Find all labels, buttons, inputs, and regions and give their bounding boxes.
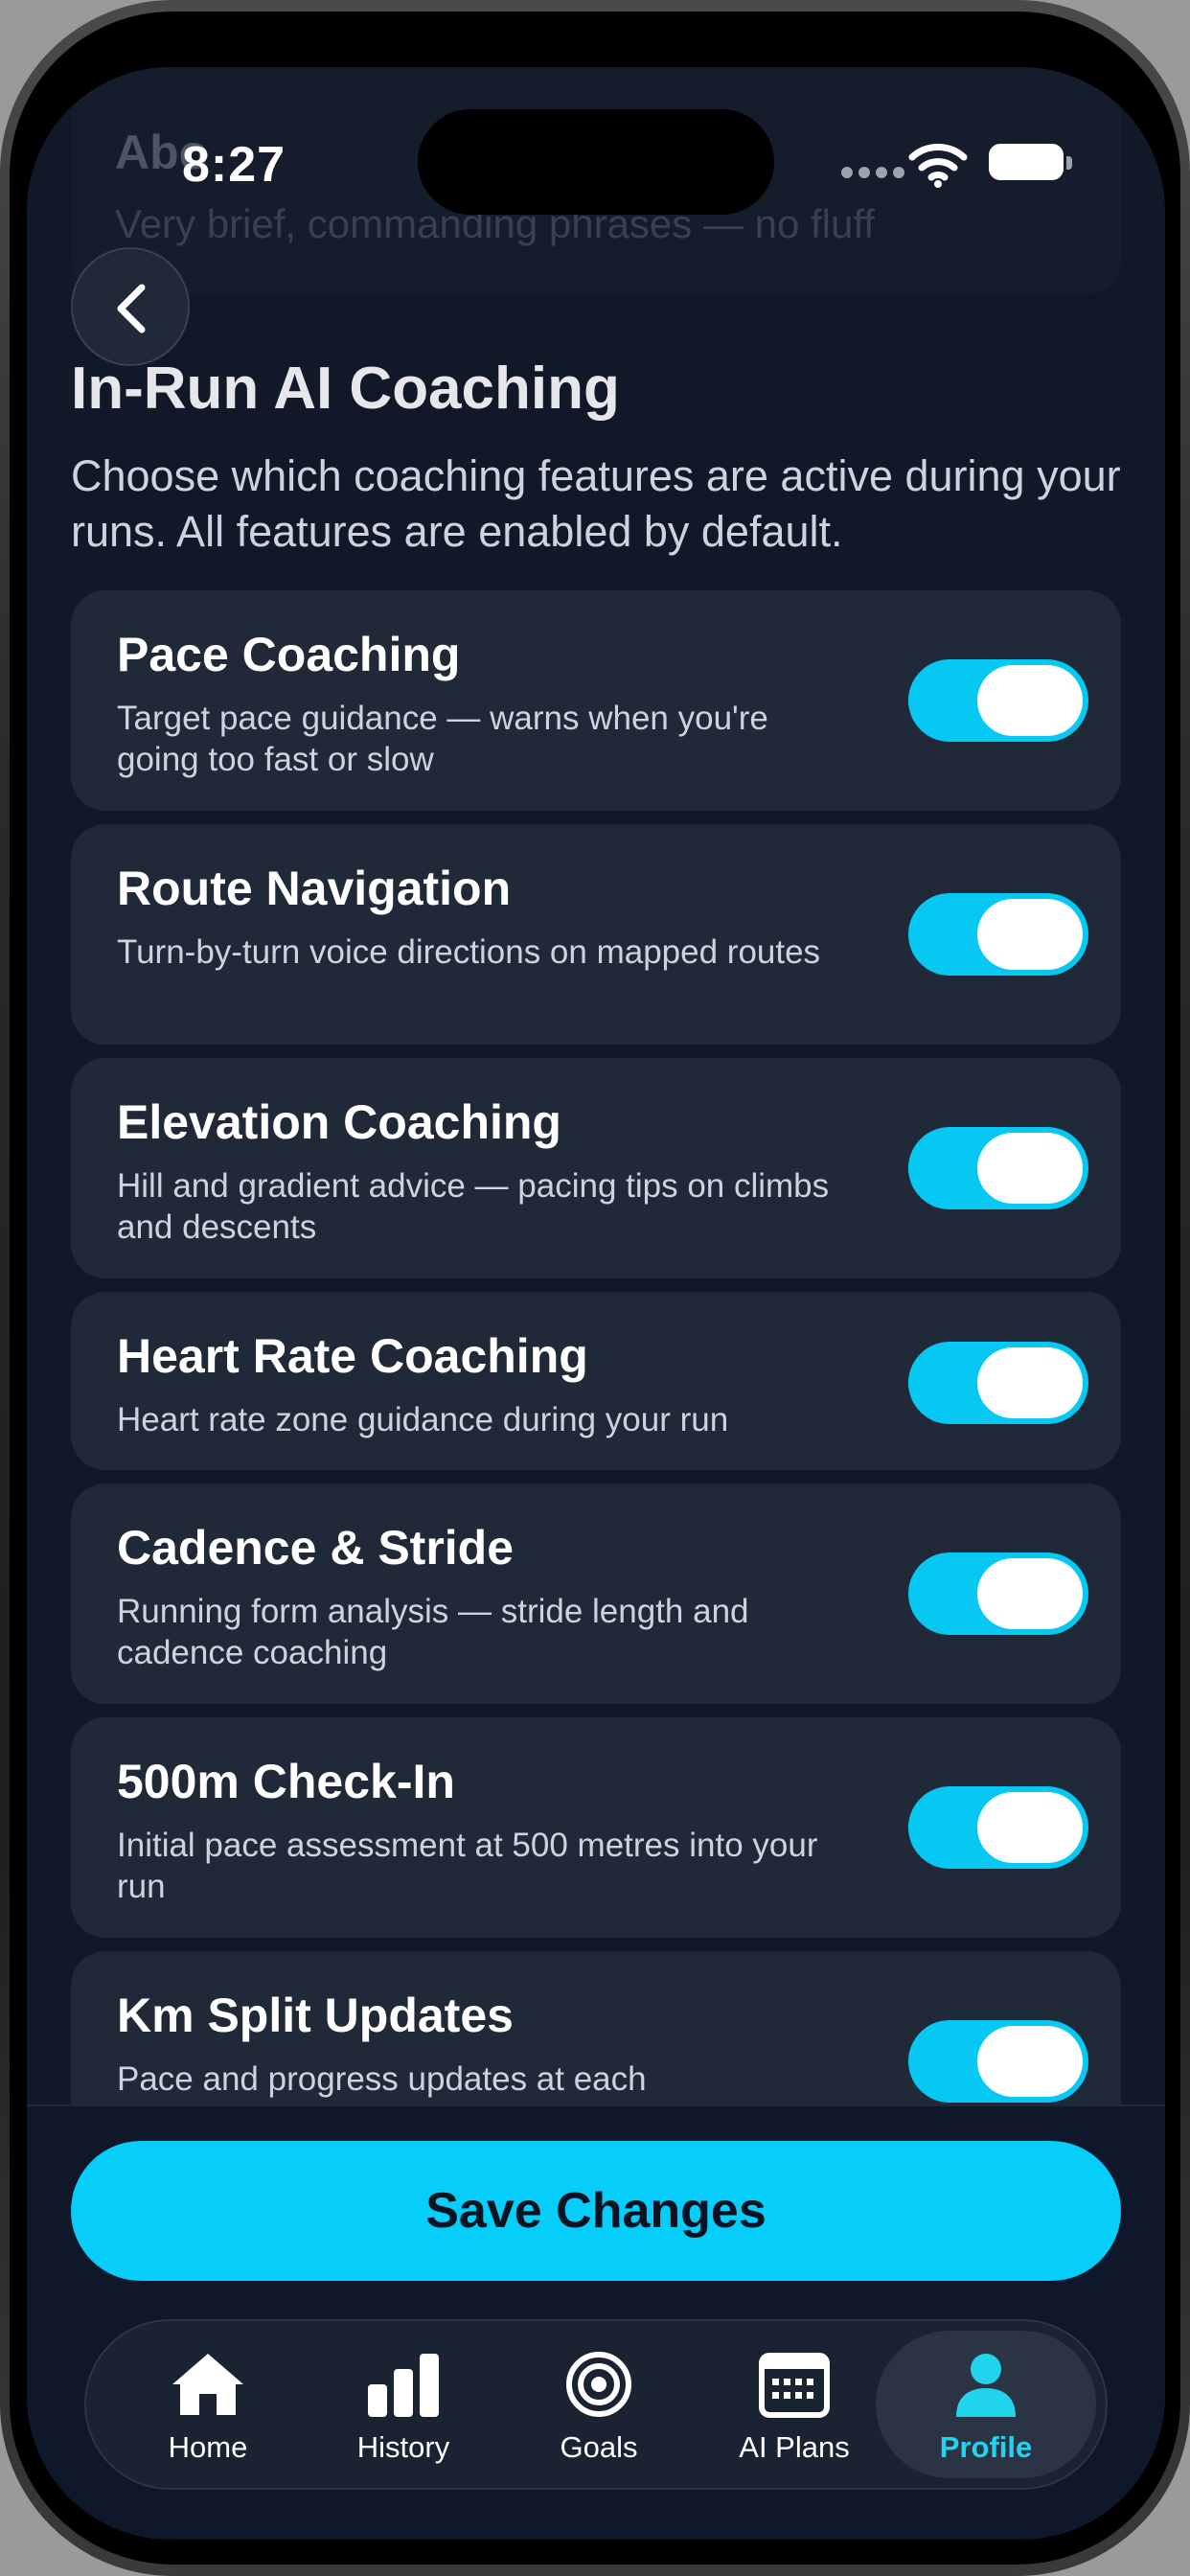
coaching-feature-list[interactable]: Pace Coaching Target pace guidance — war… xyxy=(71,590,1121,2104)
app-screen: Abo Very brief, commanding phrases — no … xyxy=(27,67,1165,2540)
tab-profile[interactable]: Profile xyxy=(876,2331,1096,2478)
feature-title: Heart Rate Coaching xyxy=(117,1329,588,1383)
target-icon xyxy=(566,2352,631,2417)
feature-card-pace-coaching: Pace Coaching Target pace guidance — war… xyxy=(71,590,1121,811)
save-changes-button[interactable]: Save Changes xyxy=(71,2141,1121,2281)
feature-title: Route Navigation xyxy=(117,862,512,915)
toggle-knob xyxy=(977,1792,1083,1863)
pace-coaching-toggle[interactable] xyxy=(908,659,1088,742)
tab-label: AI Plans xyxy=(739,2430,850,2464)
chevron-left-icon xyxy=(117,284,146,334)
back-button[interactable] xyxy=(71,247,190,366)
bar-chart-icon xyxy=(368,2354,439,2417)
feature-description: Target pace guidance — warns when you're… xyxy=(117,700,768,778)
feature-title: 500m Check-In xyxy=(117,1755,455,1808)
toggle-knob xyxy=(977,2026,1083,2097)
tab-history[interactable]: History xyxy=(293,2331,514,2478)
feature-description: Heart rate zone guidance during your run xyxy=(117,1401,729,1438)
feature-description: Initial pace assessment at 500 metres in… xyxy=(117,1827,818,1905)
wifi-icon xyxy=(908,142,968,188)
status-time: 8:27 xyxy=(182,137,286,193)
toggle-knob xyxy=(977,665,1083,736)
page-description: Choose which coaching features are activ… xyxy=(71,451,1121,556)
feature-card-route-navigation: Route Navigation Turn-by-turn voice dire… xyxy=(71,824,1121,1045)
phone-frame: Abo Very brief, commanding phrases — no … xyxy=(0,0,1190,2576)
feature-card-elevation-coaching: Elevation Coaching Hill and gradient adv… xyxy=(71,1058,1121,1278)
home-icon xyxy=(172,2354,243,2415)
500m-check-in-toggle[interactable] xyxy=(908,1786,1088,1869)
toggle-knob xyxy=(977,1133,1083,1204)
heart-rate-coaching-toggle[interactable] xyxy=(908,1342,1088,1424)
feature-title: Cadence & Stride xyxy=(117,1521,515,1575)
calendar-icon xyxy=(759,2353,830,2418)
bottom-tab-bar: Home History Goals AI Plans Profile xyxy=(84,2319,1108,2490)
page-title: In-Run AI Coaching xyxy=(71,356,620,422)
tab-label: Goals xyxy=(560,2430,638,2464)
feature-description: Turn-by-turn voice directions on mapped … xyxy=(117,933,821,971)
toggle-knob xyxy=(977,1347,1083,1418)
feature-description: Pace and progress updates at each xyxy=(117,2060,647,2098)
feature-title: Km Split Updates xyxy=(117,1989,514,2042)
tab-label: Profile xyxy=(939,2430,1033,2464)
dynamic-island xyxy=(418,109,774,215)
km-split-updates-toggle[interactable] xyxy=(908,2020,1088,2103)
bottom-panel: Save Changes Home History Goals AI Plans… xyxy=(27,2104,1165,2540)
tab-label: Home xyxy=(168,2430,248,2464)
battery-icon xyxy=(989,144,1072,180)
phone-bezel: Abo Very brief, commanding phrases — no … xyxy=(10,12,1180,2564)
feature-card-cadence-stride: Cadence & Stride Running form analysis —… xyxy=(71,1484,1121,1704)
feature-description: Running form analysis — stride length an… xyxy=(117,1593,749,1671)
cellular-signal-icon xyxy=(841,167,908,180)
elevation-coaching-toggle[interactable] xyxy=(908,1127,1088,1209)
tab-home[interactable]: Home xyxy=(98,2331,318,2478)
route-navigation-toggle[interactable] xyxy=(908,893,1088,976)
feature-card-km-split-updates: Km Split Updates Pace and progress updat… xyxy=(71,1951,1121,2104)
user-icon xyxy=(956,2354,1016,2417)
feature-card-500m-check-in: 500m Check-In Initial pace assessment at… xyxy=(71,1717,1121,1938)
tab-ai-plans[interactable]: AI Plans xyxy=(684,2331,904,2478)
feature-card-heart-rate-coaching: Heart Rate Coaching Heart rate zone guid… xyxy=(71,1292,1121,1470)
cadence-stride-toggle[interactable] xyxy=(908,1552,1088,1635)
tab-label: History xyxy=(356,2430,450,2464)
toggle-knob xyxy=(977,899,1083,970)
feature-description: Hill and gradient advice — pacing tips o… xyxy=(117,1167,830,1246)
feature-title: Elevation Coaching xyxy=(117,1095,561,1149)
feature-title: Pace Coaching xyxy=(117,628,461,681)
toggle-knob xyxy=(977,1558,1083,1629)
tab-goals[interactable]: Goals xyxy=(489,2331,709,2478)
